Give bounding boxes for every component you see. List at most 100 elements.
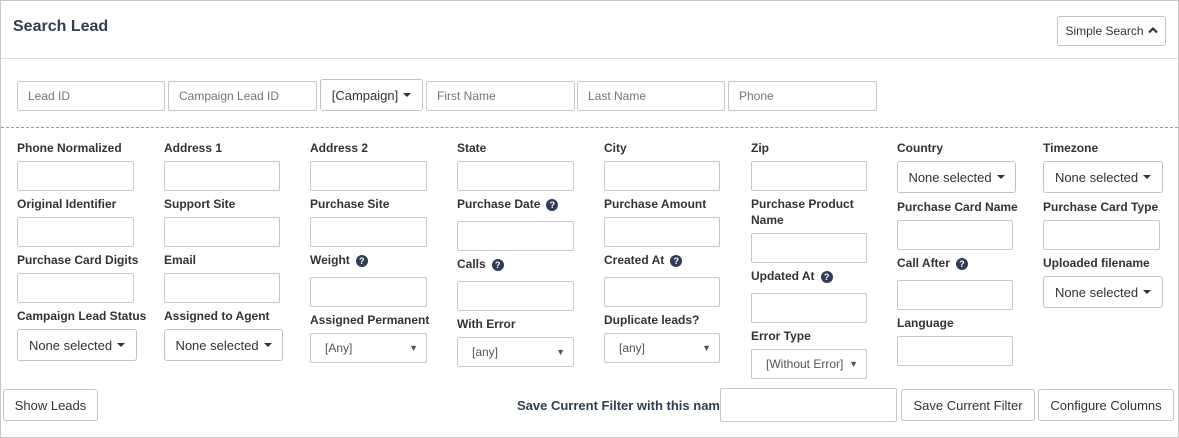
campaign-lead-status-dropdown[interactable]: None selected bbox=[17, 329, 137, 361]
call-after-label: Call After? bbox=[897, 255, 968, 271]
support-site-input[interactable] bbox=[164, 217, 280, 247]
help-icon[interactable]: ? bbox=[955, 258, 968, 270]
assigned-permanent-label: Assigned Permanent bbox=[310, 313, 430, 327]
first-name-input[interactable] bbox=[426, 81, 575, 111]
calls-label: Calls? bbox=[457, 256, 504, 272]
caret-down-icon bbox=[996, 175, 1005, 179]
save-current-filter-button[interactable]: Save Current Filter bbox=[901, 389, 1035, 421]
purchase-card-type-label: Purchase Card Type bbox=[1043, 200, 1159, 214]
assigned-permanent-select[interactable]: [Any] ▼ bbox=[310, 333, 427, 363]
select-arrow-icon: ▼ bbox=[702, 343, 711, 353]
save-filter-label: Save Current Filter with this name: bbox=[517, 398, 732, 413]
country-label: Country bbox=[897, 141, 943, 155]
uploaded-filename-value: None selected bbox=[1054, 284, 1139, 300]
state-input[interactable] bbox=[457, 161, 574, 191]
assigned-to-agent-label: Assigned to Agent bbox=[164, 309, 270, 323]
call-after-input[interactable] bbox=[897, 280, 1013, 310]
caret-down-icon bbox=[403, 93, 412, 97]
weight-input[interactable] bbox=[310, 277, 427, 307]
purchase-amount-label: Purchase Amount bbox=[604, 197, 707, 211]
purchase-card-digits-input[interactable] bbox=[17, 273, 134, 303]
email-input[interactable] bbox=[164, 273, 280, 303]
country-dropdown[interactable]: None selected bbox=[897, 161, 1016, 193]
timezone-value: None selected bbox=[1054, 169, 1139, 185]
panel-header: Search Lead Simple Search bbox=[1, 1, 1178, 59]
caret-down-icon bbox=[117, 343, 126, 347]
help-icon[interactable]: ? bbox=[546, 199, 559, 211]
calls-input[interactable] bbox=[457, 281, 574, 311]
phone-normalized-label: Phone Normalized bbox=[17, 141, 122, 155]
panel-footer: Show Leads Save Current Filter with this… bbox=[1, 381, 1178, 437]
duplicate-leads-select[interactable]: [any] ▼ bbox=[604, 333, 720, 363]
simple-search-button[interactable]: Simple Search bbox=[1057, 16, 1166, 46]
purchase-date-input[interactable] bbox=[457, 221, 574, 251]
purchase-date-label-text: Purchase Date bbox=[457, 197, 541, 211]
caret-down-icon bbox=[263, 343, 272, 347]
created-at-input[interactable] bbox=[604, 277, 720, 307]
help-icon[interactable]: ? bbox=[670, 255, 683, 267]
help-icon[interactable]: ? bbox=[491, 259, 504, 271]
uploaded-filename-dropdown[interactable]: None selected bbox=[1043, 276, 1163, 308]
original-identifier-label: Original Identifier bbox=[17, 197, 117, 211]
assigned-to-agent-dropdown[interactable]: None selected bbox=[164, 329, 283, 361]
purchase-card-type-input[interactable] bbox=[1043, 220, 1160, 250]
campaign-lead-status-label: Campaign Lead Status bbox=[17, 309, 147, 323]
assigned-permanent-value: [Any] bbox=[325, 341, 353, 355]
phone-normalized-input[interactable] bbox=[17, 161, 134, 191]
phone-input[interactable] bbox=[728, 81, 877, 111]
language-input[interactable] bbox=[897, 336, 1013, 366]
city-label: City bbox=[604, 141, 627, 155]
created-at-label: Created At? bbox=[604, 252, 683, 268]
help-icon[interactable]: ? bbox=[355, 255, 368, 267]
page-title: Search Lead bbox=[13, 18, 109, 35]
last-name-input[interactable] bbox=[577, 81, 725, 111]
error-type-value: [Without Error] bbox=[766, 357, 844, 371]
campaign-lead-status-value: None selected bbox=[28, 337, 113, 353]
purchase-card-digits-label: Purchase Card Digits bbox=[17, 253, 139, 267]
error-type-select[interactable]: [Without Error] ▼ bbox=[751, 349, 867, 379]
quick-search-row: [Campaign] bbox=[1, 59, 1178, 127]
campaign-dropdown[interactable]: [Campaign] bbox=[320, 79, 423, 111]
caret-down-icon bbox=[1143, 175, 1152, 179]
select-arrow-icon: ▼ bbox=[556, 347, 565, 357]
assigned-to-agent-value: None selected bbox=[175, 337, 259, 353]
updated-at-input[interactable] bbox=[751, 293, 867, 323]
purchase-site-label: Purchase Site bbox=[310, 197, 390, 211]
timezone-label: Timezone bbox=[1043, 141, 1099, 155]
purchase-product-name-input[interactable] bbox=[751, 233, 867, 263]
configure-columns-button[interactable]: Configure Columns bbox=[1038, 389, 1174, 421]
weight-label: Weight? bbox=[310, 252, 368, 268]
purchase-card-name-input[interactable] bbox=[897, 220, 1013, 250]
campaign-lead-id-input[interactable] bbox=[168, 81, 317, 111]
language-label: Language bbox=[897, 316, 954, 330]
lead-id-input[interactable] bbox=[17, 81, 165, 111]
address2-label: Address 2 bbox=[310, 141, 369, 155]
address2-input[interactable] bbox=[310, 161, 427, 191]
with-error-select[interactable]: [any] ▼ bbox=[457, 337, 574, 367]
zip-input[interactable] bbox=[751, 161, 867, 191]
updated-at-label: Updated At? bbox=[751, 268, 833, 284]
filter-name-input[interactable] bbox=[720, 388, 897, 422]
purchase-date-label: Purchase Date? bbox=[457, 196, 559, 212]
timezone-dropdown[interactable]: None selected bbox=[1043, 161, 1163, 193]
city-input[interactable] bbox=[604, 161, 720, 191]
updated-at-label-text: Updated At bbox=[751, 269, 815, 283]
purchase-amount-input[interactable] bbox=[604, 217, 720, 247]
purchase-card-name-label: Purchase Card Name bbox=[897, 200, 1018, 214]
simple-search-label: Simple Search bbox=[1065, 24, 1144, 38]
state-label: State bbox=[457, 141, 487, 155]
show-leads-label: Show Leads bbox=[14, 397, 87, 413]
error-type-label: Error Type bbox=[751, 329, 811, 343]
show-leads-button[interactable]: Show Leads bbox=[3, 389, 98, 421]
address1-label: Address 1 bbox=[164, 141, 223, 155]
section-divider bbox=[1, 127, 1178, 128]
original-identifier-input[interactable] bbox=[17, 217, 134, 247]
help-icon[interactable]: ? bbox=[820, 271, 833, 283]
with-error-label: With Error bbox=[457, 317, 516, 331]
purchase-site-input[interactable] bbox=[310, 217, 427, 247]
weight-label-text: Weight bbox=[310, 253, 350, 267]
address1-input[interactable] bbox=[164, 161, 280, 191]
uploaded-filename-label: Uploaded filename bbox=[1043, 256, 1150, 270]
save-current-filter-label: Save Current Filter bbox=[913, 397, 1023, 413]
chevron-up-icon bbox=[1147, 26, 1158, 37]
